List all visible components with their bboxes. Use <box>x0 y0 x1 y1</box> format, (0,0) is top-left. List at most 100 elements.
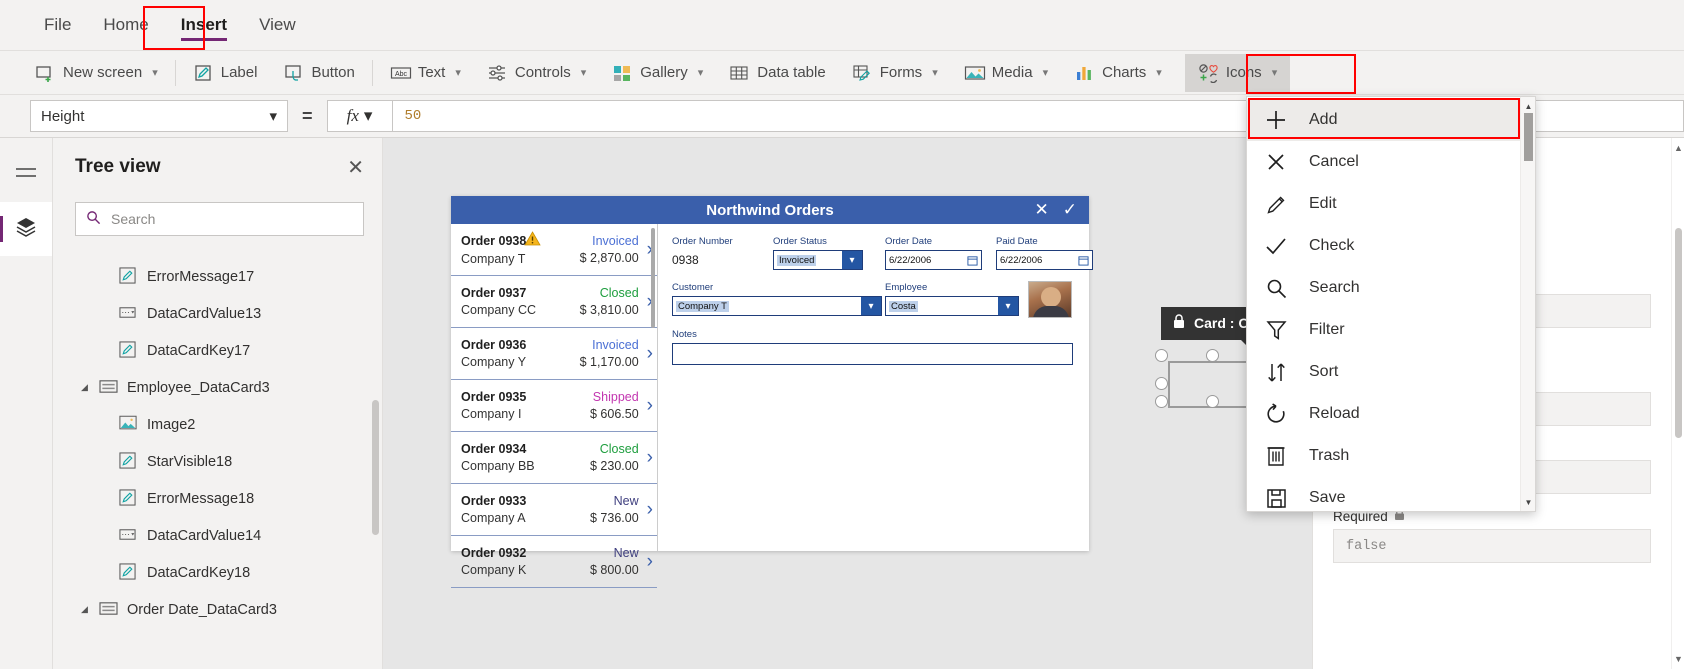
company-name: Company BB <box>461 458 535 473</box>
app-check-icon[interactable]: ✓ <box>1063 200 1077 220</box>
employee-dropdown[interactable]: Costa ▾ <box>885 296 1019 316</box>
paid-date-input[interactable]: 6/22/2006 <box>996 250 1093 270</box>
chevron-down-icon: ▾ <box>932 67 938 79</box>
icons-dropdown-menu[interactable]: Add Cancel Edit Check Search Filter Sort… <box>1246 96 1536 512</box>
menu-item-filter[interactable]: Filter <box>1247 309 1520 351</box>
chevron-down-icon[interactable]: ▾ <box>861 297 881 315</box>
pencil-icon <box>1263 194 1289 215</box>
datacard-icon <box>99 600 119 620</box>
gallery-row[interactable]: Order 0935 Company I Shipped $ 606.50 › <box>451 380 657 432</box>
selection-handle-bl[interactable] <box>1155 395 1168 408</box>
order-number: Order 0933 <box>461 493 527 508</box>
properties-scrollbar[interactable]: ▲ ▼ <box>1671 138 1684 669</box>
scroll-up-icon[interactable]: ▲ <box>1672 140 1684 156</box>
ribbon-controls[interactable]: Controls ▾ <box>474 54 599 92</box>
ribbon-media[interactable]: Media ▾ <box>951 54 1061 92</box>
tree-search-input[interactable]: Search <box>75 202 364 236</box>
menu-item-save[interactable]: Save <box>1247 477 1520 519</box>
scroll-up-icon[interactable]: ▲ <box>1521 98 1536 114</box>
icons-menu-scrollbar-thumb[interactable] <box>1524 113 1533 161</box>
menu-item-edit[interactable]: Edit <box>1247 183 1520 225</box>
gallery-row[interactable]: Order 0938 Company T Invoiced $ 2,870.00 <box>451 224 657 276</box>
menu-item-trash[interactable]: Trash <box>1247 435 1520 477</box>
icons-icon <box>1198 63 1218 83</box>
chevron-right-icon[interactable]: › <box>647 551 653 573</box>
tree-view-rail-button[interactable] <box>0 202 52 256</box>
selection-handle-tl[interactable] <box>1155 349 1168 362</box>
chevron-right-icon[interactable]: › <box>647 343 653 365</box>
notes-input[interactable] <box>672 343 1073 365</box>
menu-item-add[interactable]: Add <box>1247 99 1520 141</box>
gallery-row[interactable]: Order 0937 Company CC Closed $ 3,810.00 … <box>451 276 657 328</box>
calendar-icon[interactable] <box>963 251 981 269</box>
menu-item-label: Sort <box>1309 363 1339 380</box>
ribbon-button-button[interactable]: Button <box>270 54 367 92</box>
chevron-right-icon[interactable]: › <box>647 499 653 521</box>
fx-button[interactable]: fx ▾ <box>326 100 393 132</box>
order-number: Order 0932 <box>461 545 527 560</box>
ribbon-text[interactable]: Abc Text ▾ <box>377 54 474 92</box>
scroll-down-icon[interactable]: ▼ <box>1672 651 1684 667</box>
ribbon-forms[interactable]: Forms ▾ <box>839 54 951 92</box>
ribbon-charts[interactable]: Charts ▾ <box>1061 54 1175 92</box>
menu-item-search[interactable]: Search <box>1247 267 1520 309</box>
properties-scrollbar-thumb[interactable] <box>1675 228 1682 438</box>
tree-node[interactable]: ErrorMessage18 <box>53 480 382 517</box>
icons-menu-scrollbar[interactable]: ▲ ▼ <box>1520 97 1535 511</box>
order-number: Order 0936 <box>461 337 527 352</box>
menu-item-view[interactable]: View <box>243 0 312 50</box>
ribbon-label: Controls <box>514 64 571 81</box>
expand-caret-icon[interactable]: ◢ <box>78 604 91 615</box>
ribbon-icons[interactable]: Icons ▾ <box>1184 53 1291 92</box>
chevron-down-icon[interactable]: ▾ <box>998 297 1018 315</box>
tree-node[interactable]: ErrorMessage17 <box>53 258 382 295</box>
menu-item-label: Trash <box>1309 447 1350 464</box>
chevron-down-icon[interactable]: ▾ <box>842 251 862 269</box>
tree-node[interactable]: DataCardKey17 <box>53 332 382 369</box>
ribbon-label-button[interactable]: Label <box>180 54 271 92</box>
app-cancel-icon[interactable]: ✕ <box>1035 200 1049 220</box>
gallery-row[interactable]: Order 0933 Company A New $ 736.00 › <box>451 484 657 536</box>
property-selector[interactable]: Height ▾ <box>30 100 288 132</box>
selection-handle-bc[interactable] <box>1206 395 1219 408</box>
order-status: Closed <box>599 441 639 456</box>
tree-node[interactable]: StarVisible18 <box>53 443 382 480</box>
tree-node-list[interactable]: ErrorMessage17 DataCardValue13 DataCardK… <box>53 250 382 669</box>
tree-node[interactable]: ◢ Employee_DataCard3 <box>53 369 382 406</box>
gallery-row[interactable]: Order 0934 Company BB Closed $ 230.00 › <box>451 432 657 484</box>
customer-dropdown[interactable]: Company T ▾ <box>672 296 882 316</box>
menu-item-home[interactable]: Home <box>87 0 164 50</box>
gallery-row[interactable]: Order 0936 Company Y Invoiced $ 1,170.00… <box>451 328 657 380</box>
tree-node[interactable]: DataCardKey18 <box>53 554 382 591</box>
tree-node[interactable]: DataCardValue14 <box>53 517 382 554</box>
ribbon-gallery[interactable]: Gallery ▾ <box>599 54 716 92</box>
chevron-right-icon[interactable]: › <box>647 395 653 417</box>
menu-item-reload[interactable]: Reload <box>1247 393 1520 435</box>
order-date-input[interactable]: 6/22/2006 <box>885 250 982 270</box>
chevron-down-icon: ▾ <box>269 108 277 125</box>
menu-item-cancel[interactable]: Cancel <box>1247 141 1520 183</box>
menu-item-file[interactable]: File <box>28 0 87 50</box>
selection-handle-ml[interactable] <box>1155 377 1168 390</box>
ribbon-new-screen[interactable]: New screen ▾ <box>22 54 171 92</box>
chevron-right-icon[interactable]: › <box>647 447 653 469</box>
selection-handle-tc[interactable] <box>1206 349 1219 362</box>
ribbon-data-table[interactable]: Data table <box>716 54 838 92</box>
menu-item-check[interactable]: Check <box>1247 225 1520 267</box>
gallery-scrollbar-thumb[interactable] <box>651 228 655 328</box>
tree-node[interactable]: Image2 <box>53 406 382 443</box>
required-input[interactable]: false <box>1333 529 1651 563</box>
close-icon[interactable]: ✕ <box>347 155 364 180</box>
expand-caret-icon[interactable]: ◢ <box>78 382 91 393</box>
tree-node[interactable]: ◢ Order Date_DataCard3 <box>53 591 382 628</box>
tree-node[interactable]: DataCardValue13 <box>53 295 382 332</box>
menu-item-sort[interactable]: Sort <box>1247 351 1520 393</box>
orders-gallery[interactable]: Order 0938 Company T Invoiced $ 2,870.00 <box>451 224 658 588</box>
scroll-down-icon[interactable]: ▼ <box>1521 494 1536 510</box>
calendar-icon[interactable] <box>1074 251 1092 269</box>
menu-item-insert[interactable]: Insert <box>165 0 243 50</box>
order-status-dropdown[interactable]: Invoiced ▾ <box>773 250 863 270</box>
hamburger-menu-button[interactable] <box>0 148 52 202</box>
gallery-row[interactable]: Order 0932 Company K New $ 800.00 › <box>451 536 657 588</box>
tree-scrollbar-thumb[interactable] <box>372 400 379 535</box>
